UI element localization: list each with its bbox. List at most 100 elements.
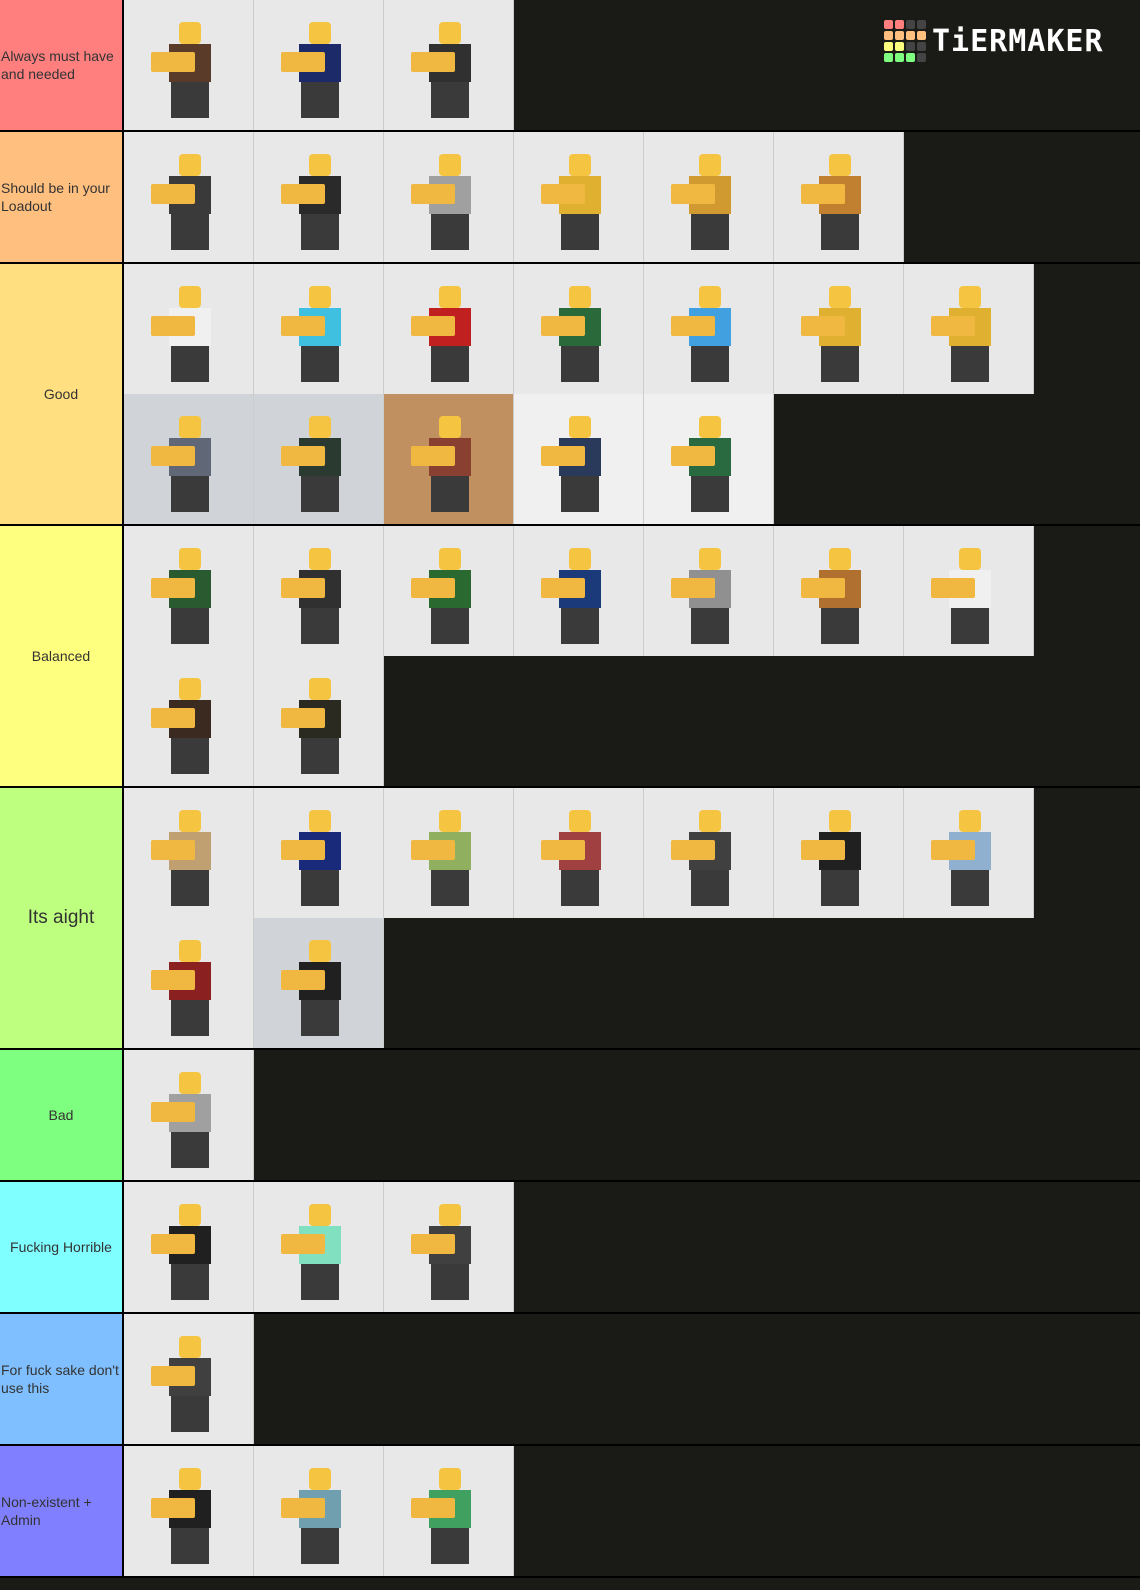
logo-square [895,31,904,40]
tier-item-pyromancer[interactable] [514,788,644,918]
character-icon [670,154,739,250]
tier-item-freezer[interactable] [254,526,384,656]
tier-item-rocketeer[interactable] [384,526,514,656]
tier-item-golden-cowboy[interactable] [254,656,384,786]
character-icon [800,810,869,906]
tier-items [124,1314,1041,1444]
tier-row: Fucking Horrible [0,1182,1140,1314]
tier-item-golden-pyro[interactable] [774,132,904,262]
tier-item-biplane[interactable] [254,264,384,394]
tier-item-admin[interactable] [384,1446,514,1576]
tier-item-crossbow[interactable] [124,656,254,786]
tier-item-toxic-gunner[interactable] [124,1314,254,1444]
tier-item-commander[interactable] [254,0,384,130]
character-icon [280,810,349,906]
tier-item-gunner[interactable] [904,788,1034,918]
tier-label[interactable]: Good [0,264,124,524]
tier-label[interactable]: Its aight [0,788,124,1048]
tier-item-medic[interactable] [124,264,254,394]
character-icon [280,1204,349,1300]
tier-item-farm[interactable] [124,0,254,130]
tier-label[interactable]: Balanced [0,526,124,786]
tier-list: Always must have and needed Should be in … [0,0,1140,1578]
tier-item-hunter[interactable] [124,788,254,918]
logo-square [884,20,893,29]
character-icon [280,22,349,118]
tier-item-camera-turret[interactable] [124,1446,254,1576]
tier-item-soldier[interactable] [124,526,254,656]
logo-square [917,42,926,51]
tier-item-golden-gunner[interactable] [644,132,774,262]
tier-item-ace-pilot[interactable] [124,1182,254,1312]
tier-item-barracks[interactable] [254,1446,384,1576]
tier-item-dj-booth[interactable] [384,0,514,130]
logo-square [906,53,915,62]
logo-text: TiERMAKER [932,23,1104,59]
character-icon [670,416,739,512]
tier-item-turret[interactable] [644,526,774,656]
logo-square [906,31,915,40]
character-icon [670,548,739,644]
tier-label[interactable]: Non-existent + Admin [0,1446,124,1576]
character-icon [800,286,869,382]
character-icon [150,1468,219,1564]
logo-square [906,20,915,29]
character-icon [280,548,349,644]
tier-item-shotgunner[interactable] [514,526,644,656]
tier-item-accelerator[interactable] [774,788,904,918]
character-icon [670,810,739,906]
character-icon [150,810,219,906]
tier-item-military-base[interactable] [644,394,774,524]
tier-label[interactable]: Should be in your Loadout [0,132,124,262]
character-icon [930,286,999,382]
tier-item-demoman[interactable] [384,1182,514,1312]
character-icon [150,154,219,250]
tier-item-paintballer[interactable] [904,526,1034,656]
tier-item-swordsman[interactable] [384,132,514,262]
logo-square [917,53,926,62]
character-icon [540,416,609,512]
character-icon [280,416,349,512]
tier-row: Non-existent + Admin [0,1446,1140,1578]
tier-item-mortar[interactable] [514,264,644,394]
character-icon [280,1468,349,1564]
character-icon [410,154,479,250]
character-icon [150,416,219,512]
tier-item-electroshocker[interactable] [124,132,254,262]
character-icon [410,22,479,118]
character-icon [280,286,349,382]
tier-item-freezer-2[interactable] [254,1182,384,1312]
tier-item-helicopter[interactable] [644,264,774,394]
tier-item-brawler[interactable] [254,918,384,1048]
character-icon [540,810,609,906]
tier-item-outpost[interactable] [644,788,774,918]
tier-item-golden-minigunner[interactable] [904,264,1034,394]
tier-item-engineer[interactable] [514,394,644,524]
tier-item-militant[interactable] [384,788,514,918]
tier-label[interactable]: Bad [0,1050,124,1180]
character-icon [150,1336,219,1432]
tier-item-mercenary[interactable] [384,394,514,524]
logo-square [906,42,915,51]
tier-item-minigunner[interactable] [384,264,514,394]
character-icon [150,286,219,382]
tier-item-scout[interactable] [124,1050,254,1180]
tier-item-ranger[interactable] [124,918,254,1048]
character-icon [670,286,739,382]
tier-label[interactable]: Always must have and needed [0,0,124,130]
character-icon [150,678,219,774]
tier-item-golden-scout[interactable] [774,264,904,394]
tier-item-warden[interactable] [124,394,254,524]
logo-square [895,53,904,62]
tier-row: Balanced [0,526,1140,788]
tier-item-paintball[interactable] [254,788,384,918]
tier-item-golden-pointer[interactable] [514,132,644,262]
tier-item-sniper-turret[interactable] [254,132,384,262]
tier-label[interactable]: Fucking Horrible [0,1182,124,1312]
tier-label[interactable]: For fuck sake don't use this [0,1314,124,1444]
logo-square [884,53,893,62]
tier-item-turret-soldier[interactable] [254,394,384,524]
character-icon [410,416,479,512]
character-icon [410,286,479,382]
tier-item-cowboy[interactable] [774,526,904,656]
